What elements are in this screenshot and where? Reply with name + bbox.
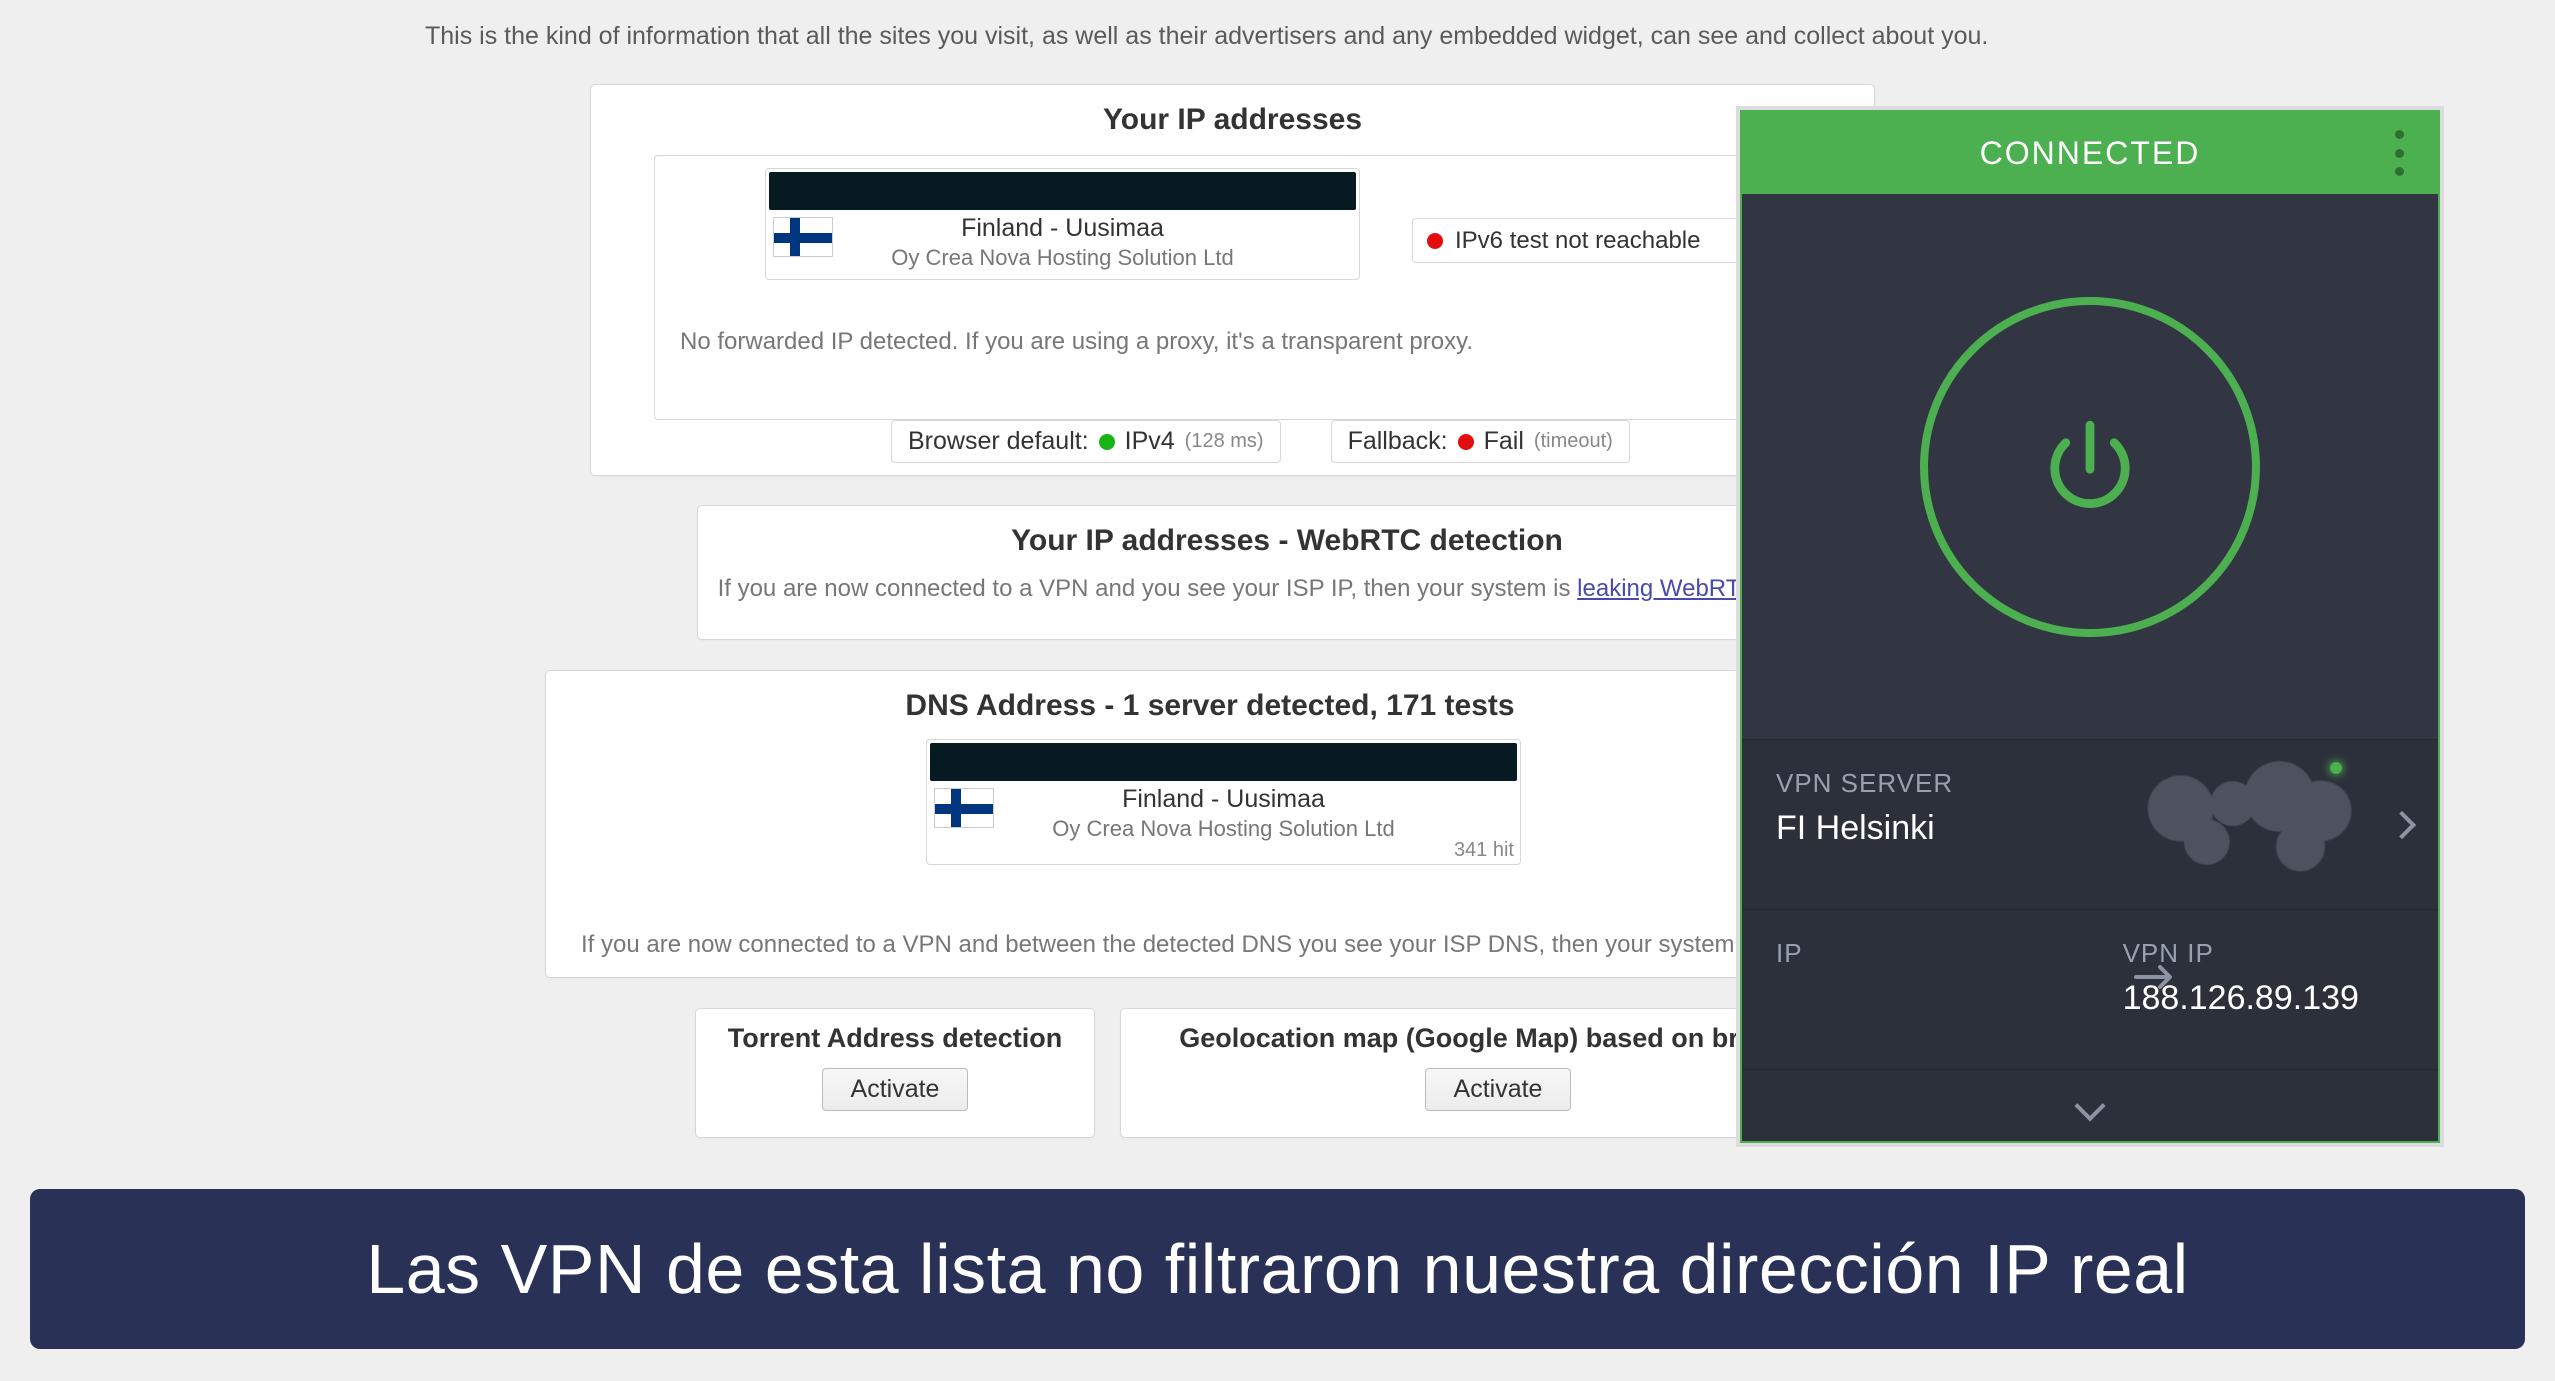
- geoloc-activate-button[interactable]: Activate: [1425, 1068, 1572, 1111]
- webrtc-card: Your IP addresses - WebRTC detection If …: [697, 505, 1877, 640]
- status-dot-red-icon: [1427, 233, 1443, 249]
- torrent-activate-button[interactable]: Activate: [822, 1068, 969, 1111]
- status-dot-red-icon: [1458, 434, 1474, 450]
- vpn-server-section[interactable]: VPN SERVER FI Helsinki: [1742, 739, 2438, 909]
- ipv6-status-box: IPv6 test not reachable: [1412, 218, 1792, 263]
- fallback-label: Fallback:: [1348, 427, 1448, 456]
- fallback-pill: Fallback: Fail (timeout): [1331, 420, 1630, 463]
- page-intro-text: This is the kind of information that all…: [425, 22, 1988, 51]
- power-icon: [2035, 412, 2145, 522]
- dns-title: DNS Address - 1 server detected, 171 tes…: [546, 671, 1874, 735]
- torrent-title: Torrent Address detection: [696, 1009, 1094, 1060]
- ipv6-status-text: IPv6 test not reachable: [1455, 227, 1700, 255]
- server-location-dot-icon: [2330, 762, 2342, 774]
- world-map-icon: [2108, 758, 2368, 878]
- vpn-status-text: CONNECTED: [1980, 135, 2201, 172]
- dns-note-prefix: If you are now connected to a VPN and be…: [581, 931, 1765, 958]
- ip-result-block: Finland - Uusimaa Oy Crea Nova Hosting S…: [765, 168, 1360, 280]
- dns-hit-count: 341 hit: [1454, 839, 1514, 862]
- browser-status-row: Browser default: IPv4 (128 ms) Fallback:…: [891, 420, 1630, 463]
- fallback-value: Fail: [1484, 427, 1524, 456]
- dns-address-redacted: [930, 743, 1517, 781]
- dns-location: Finland - Uusimaa: [927, 785, 1520, 814]
- vpn-app-panel: CONNECTED VPN SERVER FI Helsinki IP VPN …: [1740, 110, 2440, 1143]
- webrtc-note-prefix: If you are now connected to a VPN and yo…: [718, 575, 1578, 602]
- dns-result-block: Finland - Uusimaa Oy Crea Nova Hosting S…: [926, 739, 1521, 865]
- ip-address-redacted: [769, 172, 1356, 210]
- vpn-expand-button[interactable]: [1742, 1069, 2438, 1141]
- webrtc-title: Your IP addresses - WebRTC detection: [698, 506, 1876, 570]
- vpn-ip-section: IP VPN IP 188.126.89.139: [1742, 909, 2438, 1069]
- menu-kebab-icon[interactable]: [2384, 130, 2414, 176]
- ip-card-title: Your IP addresses: [591, 85, 1874, 149]
- browser-default-label: Browser default:: [908, 427, 1089, 456]
- browser-default-pill: Browser default: IPv4 (128 ms): [891, 420, 1281, 463]
- webrtc-note: If you are now connected to a VPN and yo…: [698, 570, 1876, 603]
- browser-default-value: IPv4: [1125, 427, 1175, 456]
- dns-note: If you are now connected to a VPN and be…: [581, 931, 1865, 959]
- vpn-power-button[interactable]: [1920, 297, 2260, 637]
- chevron-down-icon: [2074, 1090, 2105, 1121]
- fallback-note: (timeout): [1534, 430, 1613, 453]
- no-forward-note: No forwarded IP detected. If you are usi…: [680, 328, 1473, 356]
- vpn-header: CONNECTED: [1742, 112, 2438, 194]
- vpn-power-area: [1742, 194, 2438, 739]
- torrent-card: Torrent Address detection Activate: [695, 1008, 1095, 1138]
- finland-flag-icon: [773, 217, 833, 257]
- finland-flag-icon: [934, 788, 994, 828]
- ip-isp: Oy Crea Nova Hosting Solution Ltd: [766, 245, 1359, 271]
- ip-addresses-card: Your IP addresses Finland - Uusimaa Oy C…: [590, 84, 1875, 476]
- arrow-right-icon: [2130, 952, 2180, 1007]
- vpn-ip-label-left: IP: [1776, 938, 1803, 969]
- ip-location: Finland - Uusimaa: [766, 214, 1359, 243]
- dns-card: DNS Address - 1 server detected, 171 tes…: [545, 670, 1875, 978]
- browser-default-latency: (128 ms): [1185, 430, 1264, 453]
- caption-bar: Las VPN de esta lista no filtraron nuest…: [30, 1189, 2525, 1349]
- ip-subcard: Finland - Uusimaa Oy Crea Nova Hosting S…: [654, 155, 1809, 420]
- dns-isp: Oy Crea Nova Hosting Solution Ltd: [927, 816, 1520, 842]
- status-dot-green-icon: [1099, 434, 1115, 450]
